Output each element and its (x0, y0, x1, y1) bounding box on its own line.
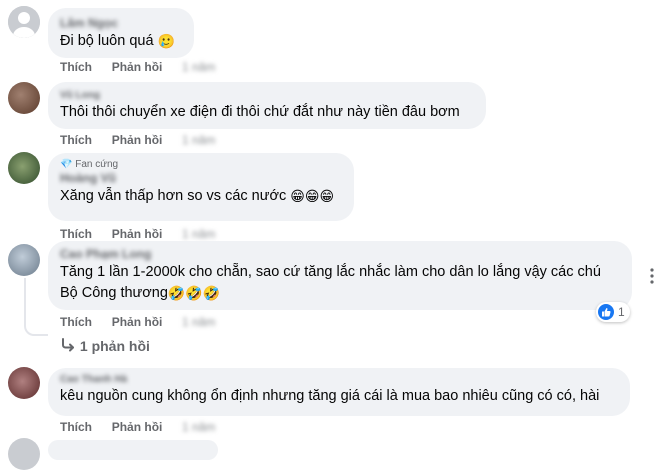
like-reaction-icon (598, 304, 614, 320)
comment-body: Đi bộ luôn quá (60, 33, 154, 49)
view-replies-link[interactable]: 1 phản hồi (60, 338, 150, 354)
comment-actions: Thích Phản hồi 1 năm (60, 133, 215, 147)
comment-text: Đi bộ luôn quá 🥲 (60, 31, 182, 52)
comment-author[interactable]: Cao Thanh Hà (60, 374, 618, 386)
comment-time[interactable]: 1 năm (182, 420, 215, 434)
reply-button[interactable]: Phản hồi (112, 420, 163, 434)
avatar[interactable] (8, 244, 40, 276)
reply-button[interactable]: Phản hồi (112, 227, 163, 241)
avatar[interactable] (8, 82, 40, 114)
comment-text: Xăng vẫn thấp hơn so vs các nước 😁😁😁 (60, 186, 342, 207)
thread-connector (24, 278, 48, 336)
comment-time[interactable]: 1 năm (182, 60, 215, 74)
reaction-summary[interactable]: 1 (596, 302, 630, 322)
comment-actions: Thích Phản hồi 1 năm (60, 420, 215, 434)
like-button[interactable]: Thích (60, 133, 92, 147)
comment-actions: Thích Phản hồi 1 năm (60, 315, 215, 329)
comment-time[interactable]: 1 năm (182, 227, 215, 241)
comment-author[interactable]: Vũ Long (60, 90, 474, 102)
comment-body: Thôi thôi chuyển xe điện đi thôi chứ đắt… (60, 104, 460, 120)
comment-actions: Thích Phản hồi 1 năm (60, 60, 215, 74)
like-button[interactable]: Thích (60, 315, 92, 329)
reaction-count: 1 (618, 305, 625, 319)
fan-badge: 💎 Fan cứng (60, 159, 342, 171)
like-button[interactable]: Thích (60, 227, 92, 241)
comment-body-cont: Bộ Công thương (60, 285, 168, 301)
comment-emoji: 🥲 (157, 33, 175, 49)
comment-author[interactable]: Hoàng Vũ (60, 171, 342, 186)
avatar[interactable] (8, 152, 40, 184)
comment-body: Xăng vẫn thấp hơn so vs các nước (60, 188, 287, 204)
like-button[interactable]: Thích (60, 60, 92, 74)
replies-count-label: 1 phản hồi (79, 338, 150, 354)
reply-arrow-icon (62, 338, 74, 352)
comment-time[interactable]: 1 năm (182, 315, 215, 329)
comment-bubble: 💎 Fan cứng Hoàng Vũ Xăng vẫn thấp hơn so… (48, 153, 354, 221)
comment-time[interactable]: 1 năm (182, 133, 215, 147)
reply-button[interactable]: Phản hồi (112, 315, 163, 329)
like-button[interactable]: Thích (60, 420, 92, 434)
avatar[interactable] (8, 367, 40, 399)
reply-button[interactable]: Phản hồi (112, 60, 163, 74)
comment-body: kêu nguồn cung không ổn định nhưng tăng … (60, 388, 600, 404)
comment-emoji: 🤣🤣🤣 (167, 285, 221, 301)
comment-bubble: Vũ Long Thôi thôi chuyển xe điện đi thôi… (48, 82, 486, 129)
comment-bubble: Cao Thanh Hà kêu nguồn cung không ổn địn… (48, 368, 630, 416)
comment-body: Tăng 1 lần 1-2000k cho chẵn, sao cứ tăng… (60, 264, 601, 280)
comment-text-line2: Bộ Công thương🤣🤣🤣 (60, 283, 620, 304)
comment-bubble: Lâm Ngọc Đi bộ luôn quá 🥲 (48, 8, 194, 58)
fan-badge-label: Fan cứng (75, 159, 119, 170)
comment-bubble: Cao Phạm Long Tăng 1 lần 1-2000k cho chẵ… (48, 241, 632, 310)
default-avatar-icon (8, 6, 40, 38)
more-options-icon[interactable] (650, 268, 654, 288)
comment-author[interactable]: Cao Phạm Long (60, 247, 620, 262)
comment-emoji: 😁😁😁 (290, 188, 335, 204)
next-comment-bubble (48, 440, 218, 460)
reply-button[interactable]: Phản hồi (112, 133, 163, 147)
avatar[interactable] (8, 6, 40, 38)
avatar[interactable] (8, 438, 40, 470)
diamond-icon: 💎 (60, 159, 73, 170)
comment-author[interactable]: Lâm Ngọc (60, 16, 182, 31)
comment-actions: Thích Phản hồi 1 năm (60, 227, 215, 241)
